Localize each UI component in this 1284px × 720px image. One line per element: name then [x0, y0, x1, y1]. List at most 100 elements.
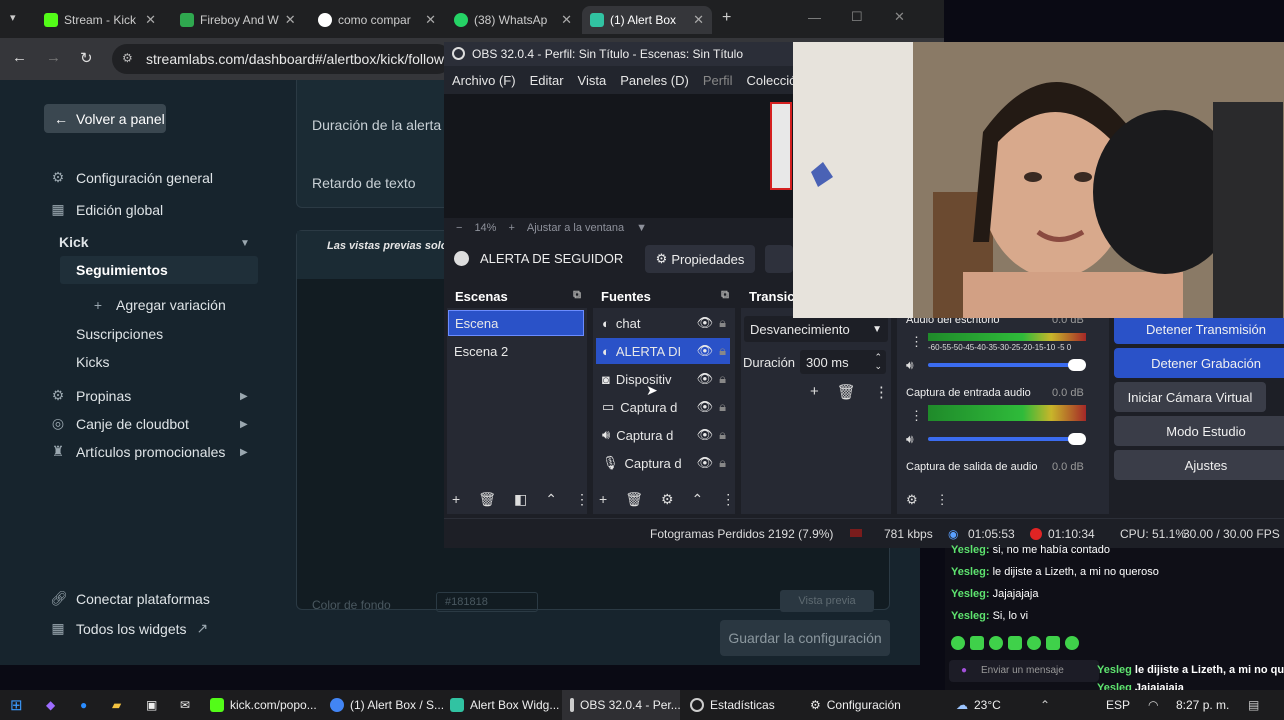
nav-cloudbot[interactable]: ◎ Canje de cloudbot	[50, 415, 189, 432]
close-icon[interactable]: ✕	[285, 12, 296, 28]
lock-icon[interactable]: 🔒︎	[719, 343, 730, 359]
bg-color-field[interactable]: #181818	[436, 592, 538, 612]
mail-icon[interactable]: ✉	[180, 690, 190, 720]
keyboard-language[interactable]: ESP	[1106, 690, 1130, 720]
more-icon[interactable]: ⋮	[874, 383, 889, 401]
taskbar-app-settings[interactable]: ⚙ Configuración	[810, 690, 901, 720]
lock-icon[interactable]: 🔒︎	[719, 315, 730, 331]
filters-button[interactable]	[765, 245, 793, 273]
close-icon[interactable]: ✕	[145, 12, 156, 28]
eye-icon[interactable]: 👁︎	[697, 455, 714, 471]
tab-kick[interactable]: Stream - Kick ✕	[36, 6, 164, 34]
preview-button[interactable]: Vista previa	[780, 590, 874, 612]
volume-slider-handle[interactable]	[1068, 359, 1086, 371]
scene-item[interactable]: Escena 2	[448, 338, 584, 364]
emote-icon[interactable]	[1046, 636, 1060, 650]
notifications-icon[interactable]: ▤	[1248, 690, 1259, 720]
tray-chevron-icon[interactable]: ⌃	[1040, 690, 1050, 720]
settings-button[interactable]: Ajustes	[1114, 450, 1284, 480]
menu-collection[interactable]: Colección	[746, 73, 794, 88]
source-item[interactable]: ◐ chat 👁︎ 🔒︎	[596, 310, 730, 336]
start-virtual-camera-button[interactable]: Iniciar Cámara Virtual	[1114, 382, 1266, 412]
windows-start-icon[interactable]: ⊞	[10, 690, 23, 720]
trash-icon[interactable]: 🗑︎	[478, 491, 496, 508]
emote-icon[interactable]	[1008, 636, 1022, 650]
nav-connect-platforms[interactable]: 🔗︎ Conectar plataformas	[50, 590, 210, 607]
emote-icon[interactable]	[989, 636, 1003, 650]
eye-icon[interactable]: 👁︎	[697, 399, 714, 415]
tab-whatsapp[interactable]: (38) WhatsAp ✕	[446, 6, 580, 34]
caret-right-icon[interactable]: ▶	[240, 419, 248, 430]
filter-icon[interactable]: ◧	[514, 491, 527, 508]
volume-slider[interactable]	[928, 437, 1086, 441]
taskbar-app-kick[interactable]: kick.com/popo...	[210, 690, 317, 720]
tab-search-chevron-icon[interactable]: ▾	[10, 11, 16, 24]
volume-slider[interactable]	[928, 363, 1086, 367]
tab-google[interactable]: como compar ✕	[310, 6, 444, 34]
url-field[interactable]: ⚙ streamlabs.com/dashboard#/alertbox/kic…	[112, 44, 452, 74]
clock[interactable]: 8:27 p. m.	[1176, 690, 1229, 720]
eye-icon[interactable]: 👁︎	[697, 427, 714, 443]
speaker-icon[interactable]: 🔊︎	[906, 432, 914, 447]
menu-profile[interactable]: Perfil	[703, 73, 733, 88]
taskbar-app-chrome[interactable]: (1) Alert Box / S...	[330, 690, 444, 720]
zoom-out-icon[interactable]: −	[456, 222, 462, 234]
nav-follows[interactable]: Seguimientos	[76, 262, 168, 278]
duration-spinner[interactable]: 300 ms ⌃ ⌄	[800, 350, 886, 374]
nav-tips[interactable]: ⚙ Propinas	[50, 387, 132, 404]
store-icon[interactable]: ▣	[146, 690, 157, 720]
weather-widget[interactable]: ☁ 23°C	[956, 690, 1001, 720]
caret-right-icon[interactable]: ▶	[240, 447, 248, 458]
nav-merch[interactable]: ♜ Artículos promocionales	[50, 443, 226, 460]
add-icon[interactable]: +	[452, 491, 460, 508]
undock-icon[interactable]: ⧉	[721, 289, 729, 302]
minimize-icon[interactable]: —	[808, 10, 821, 25]
stop-recording-button[interactable]: Detener Grabación	[1114, 348, 1284, 378]
lock-icon[interactable]: 🔒︎	[719, 427, 730, 443]
close-window-icon[interactable]: ✕	[894, 9, 905, 25]
spinner-arrows-icon[interactable]: ⌃ ⌄	[874, 353, 886, 371]
new-tab-plus-icon[interactable]: +	[722, 9, 731, 27]
obs-preview-canvas[interactable]	[444, 94, 794, 218]
taskbar-app-alertbox[interactable]: Alert Box Widg...	[450, 690, 559, 720]
lock-icon[interactable]: 🔒︎	[719, 371, 730, 387]
transition-select[interactable]: Desvanecimiento ▼	[744, 316, 888, 342]
caret-down-icon[interactable]: ▼	[240, 238, 250, 249]
menu-edit[interactable]: Editar	[530, 73, 564, 88]
trash-icon[interactable]: 🗑︎	[625, 491, 643, 508]
nav-all-widgets[interactable]: ▦ Todos los widgets ↗	[50, 620, 208, 637]
caret-right-icon[interactable]: ▶	[240, 391, 248, 402]
fit-window-label[interactable]: Ajustar a la ventana	[527, 222, 624, 234]
source-item[interactable]: ◐ ALERTA DI 👁︎ 🔒︎	[596, 338, 730, 364]
add-icon[interactable]: +	[599, 491, 607, 508]
eye-icon[interactable]: 👁︎	[697, 371, 714, 387]
source-item[interactable]: ◙ Dispositiv 👁︎ 🔒︎	[596, 366, 730, 392]
tab-alert-box[interactable]: (1) Alert Box ✕	[582, 6, 712, 34]
menu-file[interactable]: Archivo (F)	[452, 73, 516, 88]
more-icon[interactable]: ⋮	[721, 491, 735, 508]
nav-subscriptions[interactable]: Suscripciones	[76, 326, 163, 342]
emote-icon[interactable]	[1027, 636, 1041, 650]
folder-icon[interactable]: ▰	[112, 690, 121, 720]
back-arrow-icon[interactable]: ←	[12, 49, 27, 66]
nav-global-edit[interactable]: ▦ Edición global	[50, 201, 163, 218]
nav-kick-group[interactable]: Kick	[59, 234, 89, 250]
studio-mode-button[interactable]: Modo Estudio	[1114, 416, 1284, 446]
undock-icon[interactable]: ⧉	[573, 289, 581, 302]
emote-icon[interactable]	[970, 636, 984, 650]
forward-arrow-icon[interactable]: →	[46, 49, 61, 66]
edge-icon[interactable]: ●	[80, 690, 87, 720]
more-icon[interactable]: ⋮	[936, 492, 949, 508]
save-settings-button[interactable]: Guardar la configuración	[720, 620, 890, 656]
close-icon[interactable]: ✕	[693, 12, 704, 28]
tab-fireboy[interactable]: Fireboy And W ✕	[172, 6, 302, 34]
nav-kicks[interactable]: Kicks	[76, 354, 109, 370]
copilot-icon[interactable]: ◆	[46, 690, 55, 720]
emote-icon[interactable]	[951, 636, 965, 650]
eye-icon[interactable]: 👁︎	[697, 315, 714, 331]
taskbar-app-obs[interactable]: OBS 32.0.4 - Per...	[562, 690, 681, 720]
eye-icon[interactable]: 👁︎	[697, 343, 714, 359]
close-icon[interactable]: ✕	[425, 12, 436, 28]
back-to-dashboard-button[interactable]: ← Volver a panel	[44, 104, 166, 133]
chevron-down-icon[interactable]: ▼	[636, 222, 647, 234]
